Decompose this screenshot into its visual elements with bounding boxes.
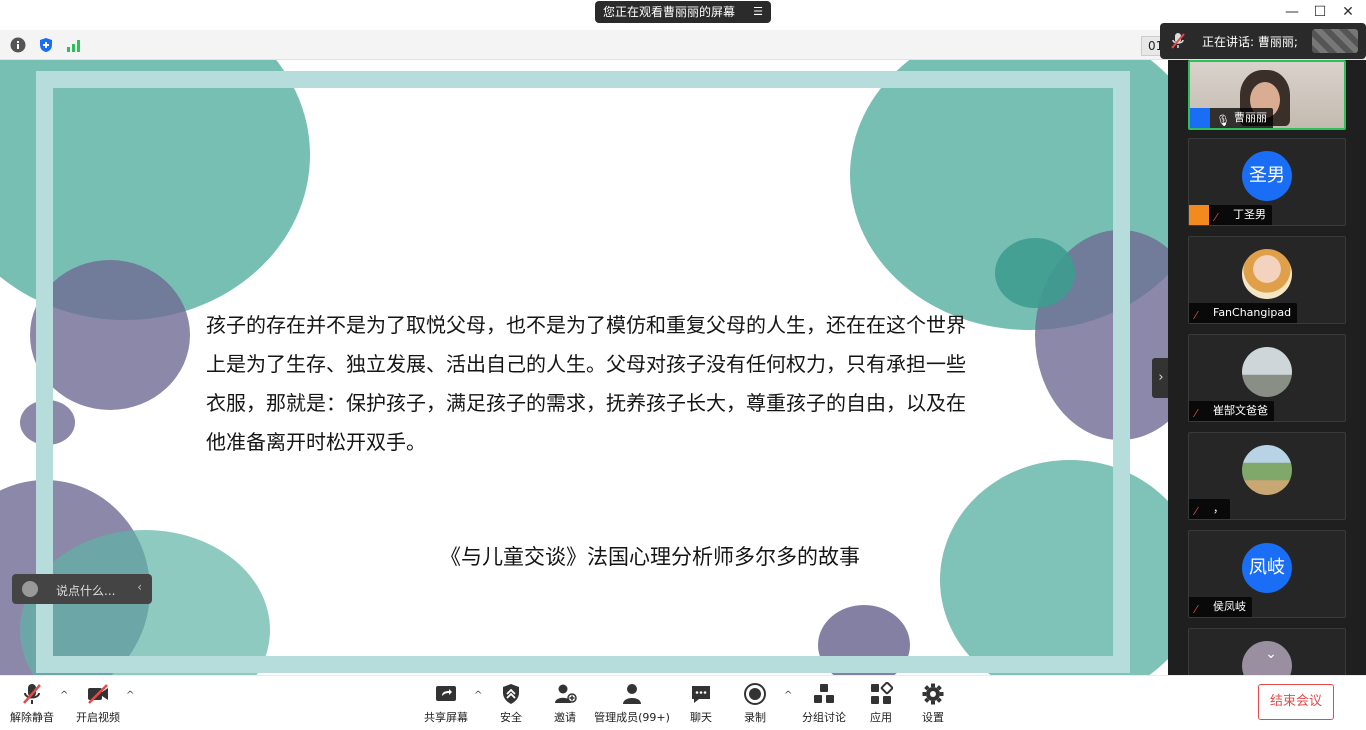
shared-screen: 孩子的存在并不是为了取悦父母，也不是为了模仿和重复父母的人生，还在在这个世界上是… xyxy=(0,60,1168,675)
shield-icon[interactable] xyxy=(38,37,54,53)
participant-avatar xyxy=(1242,249,1292,299)
share-screen-icon xyxy=(436,686,456,701)
security-button[interactable]: 安全 xyxy=(494,682,528,725)
participant-name: 崔郜文爸爸 xyxy=(1213,404,1268,417)
screen-share-notice[interactable]: 您正在观看曹丽丽的屏幕 ☰ xyxy=(595,1,771,23)
maximize-button[interactable]: ☐ xyxy=(1306,4,1334,20)
end-meeting-button[interactable]: 结束会议 xyxy=(1258,684,1334,720)
participant-avatar: 凤岐 xyxy=(1242,543,1292,593)
shield-icon xyxy=(503,684,519,704)
muted-mic-icon: ⁄ xyxy=(1195,407,1197,420)
participant-name-tag: ⁄ 崔郜文爸爸 xyxy=(1189,401,1274,421)
record-button[interactable]: 录制 xyxy=(740,682,770,725)
participant-name: 丁圣男 xyxy=(1233,208,1266,221)
minimize-button[interactable]: — xyxy=(1278,4,1306,20)
screen-share-notice-text: 您正在观看曹丽丽的屏幕 xyxy=(603,5,736,19)
chevron-up-icon[interactable]: ^ xyxy=(474,690,482,701)
unmute-button[interactable]: 解除静音 xyxy=(8,682,56,725)
speaker-thumbnail xyxy=(1312,29,1358,53)
breakout-rooms-button[interactable]: 分组讨论 xyxy=(800,682,848,725)
manage-participants-label: 管理成员(99+) xyxy=(594,711,670,724)
participant-name-tag: ⁄ ， xyxy=(1189,499,1230,519)
emoji-icon[interactable] xyxy=(22,581,38,597)
apps-label: 应用 xyxy=(870,711,892,724)
signal-strength-icon[interactable] xyxy=(66,37,82,53)
start-video-label: 开启视频 xyxy=(76,711,120,724)
chevron-up-icon[interactable]: ^ xyxy=(784,690,792,701)
add-user-icon xyxy=(555,684,577,703)
manage-participants-button[interactable]: 管理成员(99+) xyxy=(594,682,670,725)
muted-mic-icon: ⁄ xyxy=(1195,505,1197,518)
security-label: 安全 xyxy=(500,711,522,724)
participant-name: FanChangipad xyxy=(1213,306,1292,319)
host-icon xyxy=(1190,108,1210,128)
participant-tile[interactable]: 圣男 ⁄ 丁圣男 xyxy=(1188,138,1346,226)
chat-input-box[interactable]: 说点什么... ‹ xyxy=(12,574,152,604)
menu-icon[interactable]: ☰ xyxy=(753,1,763,23)
active-speaker-indicator: 正在讲话: 曹丽丽; xyxy=(1160,23,1366,59)
apps-button[interactable]: 应用 xyxy=(866,682,896,725)
participant-tile[interactable]: 🎙 曹丽丽 xyxy=(1188,60,1346,130)
participant-tile[interactable]: ⁄ 崔郜文爸爸 xyxy=(1188,334,1346,422)
start-video-button[interactable]: 开启视频 xyxy=(74,682,122,725)
participant-name: 曹丽丽 xyxy=(1234,111,1267,124)
gear-icon xyxy=(922,683,944,705)
invite-button[interactable]: 邀请 xyxy=(548,682,582,725)
slide-source-text: 《与儿童交谈》法国心理分析师多尔多的故事 xyxy=(440,545,860,569)
chevron-down-icon[interactable]: ⌄ xyxy=(1254,646,1288,668)
participants-icon xyxy=(623,684,641,704)
active-speaker-label: 正在讲话: 曹丽丽; xyxy=(1202,35,1298,49)
chat-icon xyxy=(692,686,710,703)
close-button[interactable]: ✕ xyxy=(1334,4,1362,20)
chevron-left-icon[interactable]: ‹ xyxy=(137,580,142,594)
chevron-up-icon[interactable]: ^ xyxy=(60,690,68,701)
mic-icon: 🎙 xyxy=(1216,114,1230,127)
cohost-icon xyxy=(1189,205,1209,225)
participant-avatar xyxy=(1242,347,1292,397)
muted-mic-icon xyxy=(1171,33,1185,49)
settings-button[interactable]: 设置 xyxy=(918,682,948,725)
participant-name: ， xyxy=(1213,502,1224,515)
participant-tile[interactable]: ⁄ ， xyxy=(1188,432,1346,520)
breakout-rooms-icon xyxy=(814,684,834,703)
muted-mic-icon: ⁄ xyxy=(1215,211,1217,224)
breakout-rooms-label: 分组讨论 xyxy=(802,711,846,724)
participant-name-tag: ⁄ FanChangipad xyxy=(1189,303,1298,323)
chat-button[interactable]: 聊天 xyxy=(686,682,716,725)
participant-tile[interactable]: 凤岐 ⁄ 侯凤岐 xyxy=(1188,530,1346,618)
muted-mic-icon xyxy=(23,684,41,704)
chevron-up-icon[interactable]: ^ xyxy=(126,690,134,701)
participant-name-tag: ⁄ 丁圣男 xyxy=(1209,205,1272,225)
invite-label: 邀请 xyxy=(554,711,576,724)
participant-name-tag: 🎙 曹丽丽 xyxy=(1210,108,1273,128)
participant-avatar xyxy=(1242,445,1292,495)
record-label: 录制 xyxy=(744,711,766,724)
video-off-icon xyxy=(88,684,108,704)
settings-label: 设置 xyxy=(922,711,944,724)
slide-body-text: 孩子的存在并不是为了取悦父母，也不是为了模仿和重复父母的人生，还在在这个世界上是… xyxy=(206,313,966,454)
participant-tile[interactable]: ⁄ FanChangipad xyxy=(1188,236,1346,324)
share-screen-label: 共享屏幕 xyxy=(424,711,468,724)
apps-icon xyxy=(871,682,893,704)
chat-label: 聊天 xyxy=(690,711,712,724)
meeting-toolbar: 解除静音 ^ 开启视频 ^ 共享屏幕 ^ 安全 邀请 管理成员(99+) 聊天 … xyxy=(0,675,1366,730)
share-screen-button[interactable]: 共享屏幕 xyxy=(420,682,472,725)
participant-name-tag: ⁄ 侯凤岐 xyxy=(1189,597,1252,617)
gallery-toggle-button[interactable]: › xyxy=(1152,358,1168,398)
unmute-label: 解除静音 xyxy=(10,711,54,724)
participant-avatar: 圣男 xyxy=(1242,151,1292,201)
chat-placeholder: 说点什么... xyxy=(56,584,116,598)
muted-mic-icon: ⁄ xyxy=(1195,309,1197,322)
participant-gallery: 🎙 曹丽丽 圣男 ⁄ 丁圣男 ⁄ FanChangipad ⁄ 崔郜文爸爸 ⁄ … xyxy=(1168,60,1366,675)
muted-mic-icon: ⁄ xyxy=(1195,603,1197,616)
info-icon[interactable] xyxy=(10,37,26,53)
record-icon xyxy=(744,683,766,705)
participant-name: 侯凤岐 xyxy=(1213,600,1246,613)
